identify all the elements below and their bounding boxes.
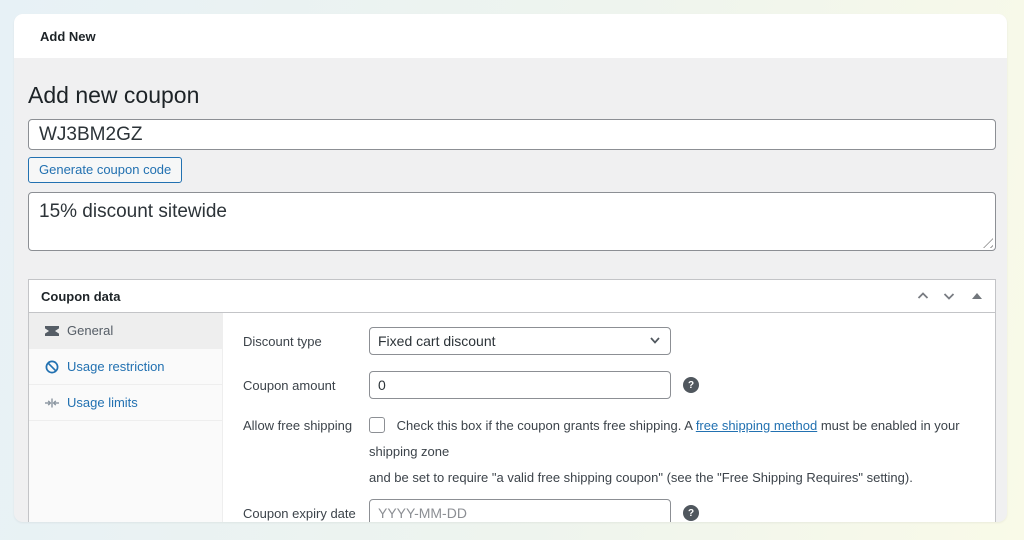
discount-type-selected-value: Fixed cart discount: [378, 333, 648, 349]
coupon-data-panel: Coupon data: [28, 279, 996, 522]
coupon-amount-label: Coupon amount: [243, 378, 369, 393]
no-entry-icon: [44, 360, 59, 374]
coupon-data-tabs: General Usage restriction Usage limits: [29, 313, 223, 522]
coupon-amount-row: Coupon amount ?: [243, 363, 995, 407]
free-shipping-text-1: Check this box if the coupon grants free…: [397, 418, 696, 433]
chevron-up-icon[interactable]: [915, 288, 931, 304]
tab-general-label: General: [67, 323, 113, 338]
free-shipping-row: Allow free shipping Check this box if th…: [243, 407, 995, 491]
coupon-expiry-date-input[interactable]: [369, 499, 671, 522]
admin-content-card: Add New Add new coupon Generate coupon c…: [14, 14, 1007, 522]
tab-usage-limits-label: Usage limits: [67, 395, 138, 410]
free-shipping-label: Allow free shipping: [243, 413, 369, 433]
coupon-description-textarea[interactable]: 15% discount sitewide: [28, 192, 996, 251]
panel-controls: [915, 288, 983, 304]
usage-limits-icon: [44, 397, 59, 409]
page-title: Add new coupon: [28, 81, 996, 110]
free-shipping-method-link[interactable]: free shipping method: [696, 418, 817, 433]
tab-usage-restriction-label: Usage restriction: [67, 359, 165, 374]
page-header-title: Add New: [40, 29, 96, 44]
tab-usage-restriction[interactable]: Usage restriction: [29, 349, 222, 385]
general-tab-fields: Discount type Fixed cart discount Coupon…: [223, 313, 995, 522]
coupon-amount-input[interactable]: [369, 371, 671, 399]
tab-usage-limits[interactable]: Usage limits: [29, 385, 222, 421]
chevron-down-icon[interactable]: [941, 288, 957, 304]
coupon-data-panel-title: Coupon data: [41, 289, 915, 304]
ticket-icon: [44, 325, 59, 337]
expiry-date-row: Coupon expiry date ?: [243, 491, 995, 522]
free-shipping-description: Check this box if the coupon grants free…: [369, 413, 995, 491]
page-header-bar: Add New: [14, 14, 1007, 58]
expiry-date-label: Coupon expiry date: [243, 506, 369, 521]
question-help-icon[interactable]: ?: [683, 505, 699, 521]
coupon-data-panel-header: Coupon data: [29, 280, 995, 313]
description-wrapper: 15% discount sitewide: [28, 192, 996, 251]
discount-type-select[interactable]: Fixed cart discount: [369, 327, 671, 355]
question-help-icon[interactable]: ?: [683, 377, 699, 393]
free-shipping-text-3: and be set to require "a valid free ship…: [369, 470, 913, 485]
free-shipping-checkbox[interactable]: [369, 417, 385, 433]
discount-type-row: Discount type Fixed cart discount: [243, 319, 995, 363]
toggle-triangle-icon: [972, 293, 982, 299]
main-content: Add new coupon Generate coupon code 15% …: [14, 81, 1007, 522]
tab-general[interactable]: General: [29, 313, 222, 349]
coupon-code-input[interactable]: [28, 119, 996, 150]
generate-coupon-code-button[interactable]: Generate coupon code: [28, 157, 182, 183]
chevron-down-icon: [648, 333, 662, 350]
coupon-data-panel-body: General Usage restriction Usage limits: [29, 313, 995, 522]
discount-type-label: Discount type: [243, 334, 369, 349]
panel-toggle-button[interactable]: [967, 288, 983, 304]
